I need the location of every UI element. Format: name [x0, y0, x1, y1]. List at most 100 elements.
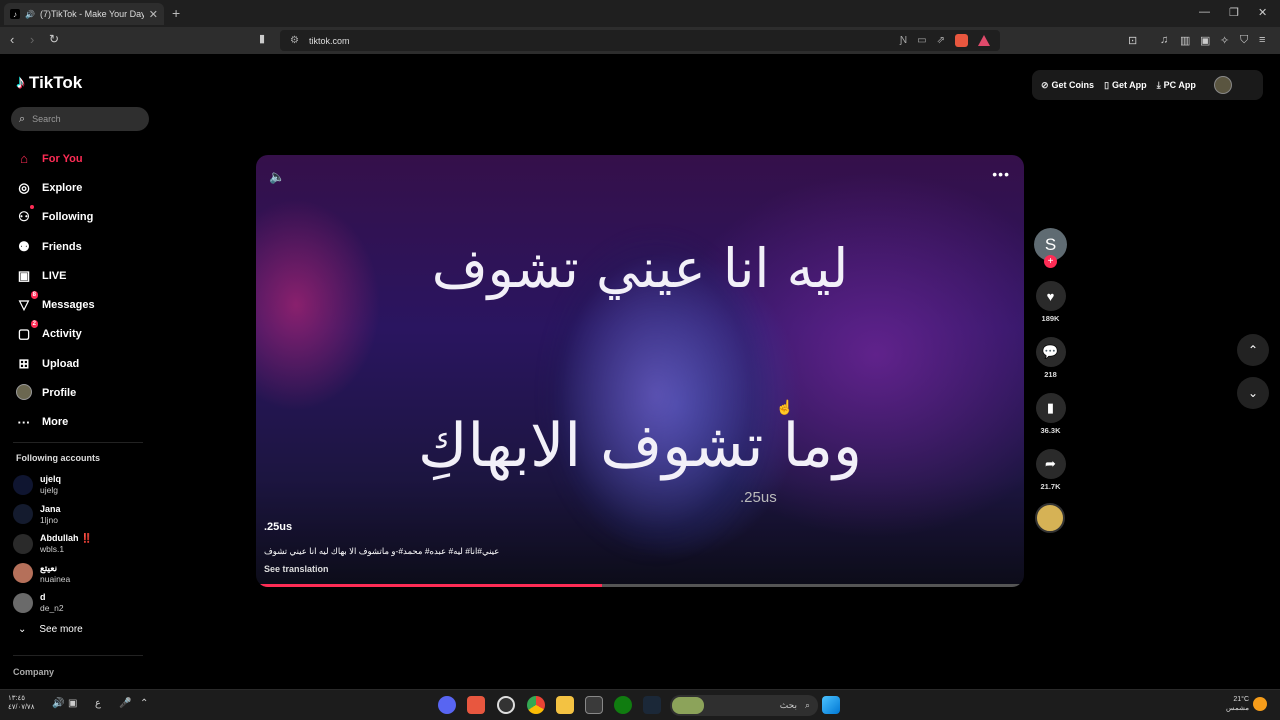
brave-icon[interactable] [467, 696, 485, 714]
sidebar-item-more[interactable]: ··· More [16, 408, 95, 437]
menu-icon[interactable]: ≡ [1259, 34, 1265, 46]
comment-icon[interactable]: 💬 [1035, 337, 1066, 367]
file-explorer-icon[interactable] [556, 696, 574, 714]
heart-icon[interactable]: ♥ [1035, 281, 1066, 311]
share-icon[interactable]: ⇗ [937, 35, 945, 46]
sidebar-item-live[interactable]: ▣ LIVE [16, 261, 95, 290]
share-arrow-icon[interactable]: ➦ [1035, 449, 1066, 479]
brave-shields-icon[interactable] [955, 34, 968, 47]
more-icon: ··· [17, 414, 31, 430]
sidebar-item-for-you[interactable]: ⌂ For You [16, 144, 95, 173]
comment-action[interactable]: 💬 218 [1034, 337, 1067, 379]
screenshot-icon[interactable]: ⊡ [1128, 34, 1137, 47]
creator-avatar[interactable]: S + [1034, 228, 1067, 268]
chrome-icon[interactable] [527, 696, 545, 714]
search-input[interactable]: ⌕ Search [11, 107, 149, 131]
account-username: ujelg [40, 485, 58, 496]
music-disc-avatar[interactable] [1035, 503, 1065, 533]
more-options-icon[interactable]: ••• [992, 166, 1010, 182]
discord-icon[interactable] [438, 696, 456, 714]
avatar [13, 474, 33, 495]
close-tab-icon[interactable]: ✕ [149, 8, 158, 21]
sidebar-item-profile[interactable]: Profile [16, 378, 95, 407]
sidebar-item-label: Friends [42, 240, 82, 253]
taskbar-search[interactable]: بحث ⌕ [670, 695, 818, 716]
minimize-icon[interactable]: — [1199, 6, 1210, 18]
list-item[interactable]: نعيتع nuainea [13, 559, 92, 589]
video-progress-bar[interactable] [260, 584, 1020, 587]
avatar [13, 592, 33, 613]
video-caption: عيني#انا# ليه# عبده# محمد#-و ماتشوف الا … [264, 546, 500, 556]
bookmark-icon[interactable]: ▮ [1035, 393, 1066, 423]
next-video-button[interactable]: ⌄ [1237, 377, 1269, 409]
tiktok-logo[interactable]: ♪ TikTok [16, 72, 82, 93]
reader-icon[interactable]: Ɲ [900, 35, 907, 46]
app-icon[interactable] [497, 696, 515, 714]
sidebar-item-friends[interactable]: ⚉ Friends [16, 232, 95, 261]
pc-app-label: PC App [1163, 80, 1196, 90]
chevron-up-icon[interactable]: ⌃ [140, 698, 148, 709]
sidebar-item-explore[interactable]: ◎ Explore [16, 173, 95, 202]
sidebar-item-following[interactable]: ⚇ Following [16, 203, 95, 232]
wallet-icon[interactable]: ▣ [1200, 34, 1210, 47]
url-field[interactable]: ⚙ tiktok.com Ɲ ▭ ⇗ [280, 30, 1000, 51]
sidebar-item-label: Explore [42, 181, 83, 194]
list-item[interactable]: Jana 1ljno [13, 500, 92, 530]
sidebar-item-messages[interactable]: ▽ 8 Messages [16, 290, 95, 319]
sidebar-toggle-icon[interactable]: ▥ [1180, 34, 1190, 47]
coin-icon: ⊘ [1041, 79, 1049, 90]
new-tab-icon[interactable]: + [172, 5, 180, 21]
windows-start-icon[interactable] [822, 696, 840, 714]
reload-icon[interactable]: ↻ [49, 32, 59, 46]
search-icon: ⌕ [804, 700, 810, 710]
comment-count: 218 [1044, 370, 1057, 379]
sidebar-item-label: Profile [42, 387, 77, 400]
xbox-icon[interactable] [614, 696, 632, 714]
browser-tab[interactable]: ♪ 🔊 (7)TikTok - Make Your Day ✕ [4, 3, 164, 25]
save-action[interactable]: ▮ 36.3K [1034, 393, 1067, 435]
see-translation-button[interactable]: See translation [264, 564, 329, 574]
bookmark-icon[interactable]: ▮ [259, 32, 265, 45]
cast-icon[interactable]: ▭ [917, 35, 926, 46]
previous-video-button[interactable]: ⌃ [1237, 334, 1269, 366]
list-item[interactable]: Abdullah ‼️ wbls.1 [13, 529, 92, 559]
sidebar-item-upload[interactable]: ⊞ Upload [16, 349, 95, 378]
pc-app-button[interactable]: ⤓ PC App [1157, 80, 1196, 91]
media-icon[interactable]: ♫ [1160, 34, 1168, 46]
brave-rewards-icon[interactable] [978, 35, 990, 46]
list-item[interactable]: ujelq ujelg [13, 470, 92, 500]
share-action[interactable]: ➦ 21.7K [1034, 449, 1067, 491]
back-icon[interactable]: ‹ [10, 32, 14, 47]
volume-icon[interactable]: 🔈 [269, 169, 285, 185]
get-app-button[interactable]: ▯ Get App [1104, 80, 1147, 91]
maximize-icon[interactable]: ❐ [1229, 6, 1239, 19]
company-link[interactable]: Company [13, 667, 54, 677]
follow-plus-icon[interactable]: + [1044, 255, 1057, 268]
close-window-icon[interactable]: ✕ [1258, 6, 1267, 19]
site-info-icon[interactable]: ⚙ [290, 35, 299, 46]
weather-widget[interactable]: 21°C مشمس [1219, 695, 1249, 713]
get-coins-button[interactable]: ⊘ Get Coins [1041, 80, 1094, 91]
list-item[interactable]: d de_n2 [13, 588, 92, 618]
microphone-icon[interactable]: 🎤 [119, 698, 131, 709]
forward-icon[interactable]: › [30, 32, 34, 47]
language-indicator[interactable]: ع [95, 698, 101, 709]
store-icon[interactable] [585, 696, 603, 714]
video-author[interactable]: .25us [264, 521, 292, 533]
network-icon[interactable]: ▣ [68, 698, 77, 709]
avatar [13, 533, 33, 554]
like-action[interactable]: ♥ 189K [1034, 281, 1067, 323]
avatar[interactable] [1213, 76, 1232, 94]
phone-icon: ▯ [1104, 79, 1110, 90]
video-player[interactable]: ليه انا عيني تشوف وما تشوف الابهاكِ .25u… [256, 155, 1024, 587]
video-lyric-line-1: ليه انا عيني تشوف [431, 237, 849, 300]
sidebar-item-activity[interactable]: ▢ 2 Activity [16, 320, 95, 349]
weather-condition: مشمس [1226, 705, 1249, 712]
clock[interactable]: ١٣:٤٥ ٤٧/٠٧/٧٨ [8, 694, 34, 712]
video-actions: S + ♥ 189K 💬 218 ▮ 36.3K ➦ 21.7K [1034, 228, 1067, 533]
leo-icon[interactable]: ✧ [1220, 34, 1229, 47]
steam-icon[interactable] [643, 696, 661, 714]
volume-icon[interactable]: 🔊 [52, 698, 64, 709]
see-more-button[interactable]: ⌄ See more [18, 624, 83, 635]
vpn-icon[interactable]: ⛉ [1240, 34, 1248, 47]
